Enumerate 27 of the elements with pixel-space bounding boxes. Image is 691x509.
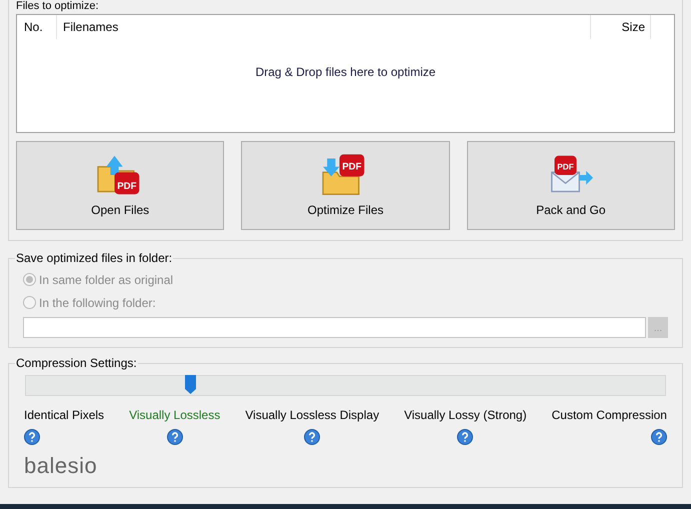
column-header[interactable]: Filenames: [57, 15, 591, 39]
help-icon[interactable]: [304, 429, 320, 445]
preset-label: Identical Pixels: [24, 407, 104, 424]
group-title: Files to optimize:: [16, 0, 100, 13]
help-icon[interactable]: [24, 429, 40, 445]
slider-thumb[interactable]: [184, 375, 196, 394]
slider-track[interactable]: [25, 375, 666, 396]
preset-label: Visually Lossless Display: [245, 407, 380, 424]
action-button[interactable]: PDF Pack and Go: [466, 141, 675, 230]
folder-path-field[interactable]: [23, 317, 646, 338]
group-title: Compression Settings:: [15, 356, 138, 370]
preset-label: Visually Lossy (Strong): [404, 407, 527, 424]
help-icon[interactable]: [457, 429, 474, 445]
group-title: Save optimized files in folder:: [15, 251, 174, 265]
preset-label: Visually Lossless: [129, 407, 220, 424]
drop-hint: Drag & Drop files here to optimize: [255, 64, 436, 80]
column-header[interactable]: No.: [17, 15, 57, 39]
brand-logo: balesio: [24, 453, 98, 479]
help-icon[interactable]: [650, 429, 667, 445]
action-button[interactable]: PDF Optimize Files: [241, 141, 450, 230]
help-icon[interactable]: [166, 429, 183, 445]
file-list[interactable]: No. Filenames Size Drag & Drop files here to optimize: [16, 14, 675, 133]
action-button[interactable]: PDF Open Files: [16, 141, 224, 230]
radio-label: In the following folder:: [39, 294, 156, 312]
radio-label: In same folder as original: [39, 272, 174, 288]
column-header[interactable]: Size: [591, 15, 651, 39]
preset-label: Custom Compression: [552, 407, 667, 424]
